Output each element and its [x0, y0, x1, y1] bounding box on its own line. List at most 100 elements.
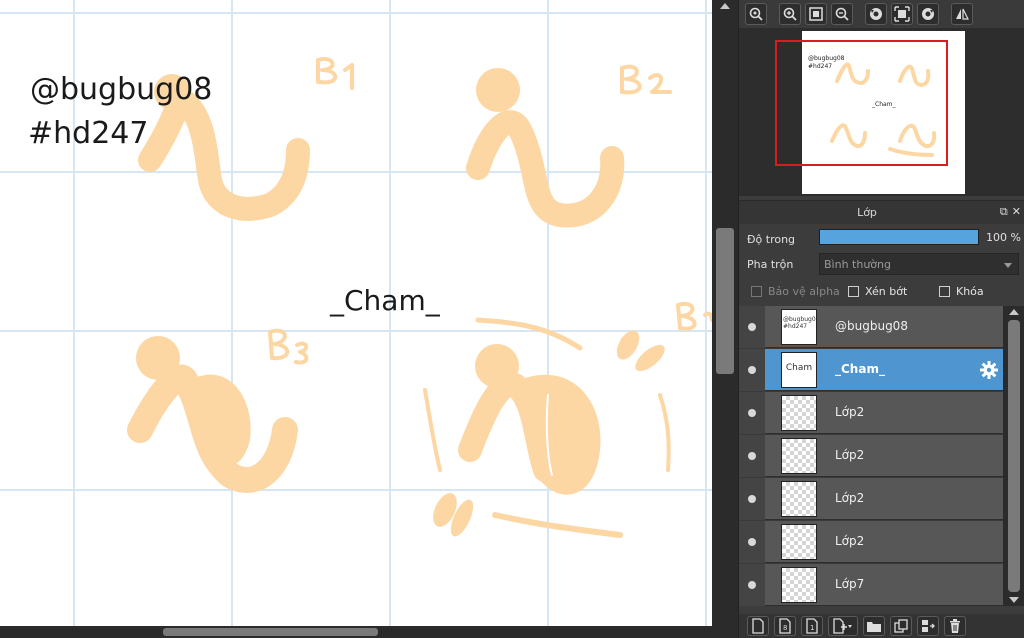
stroke-b4-line-right: [658, 393, 671, 472]
undock-icon[interactable]: ⧉: [1000, 206, 1008, 218]
label-b3: [268, 328, 309, 365]
stroke-b3-dot: [136, 336, 180, 380]
folder-icon: [867, 622, 881, 632]
layer-row[interactable]: Lớp2: [739, 521, 1003, 563]
stroke-b2-dot: [476, 68, 520, 112]
layer-name: Lớp7: [835, 577, 865, 591]
zoom-in-icon: [783, 7, 797, 21]
navigator-view-frame[interactable]: [775, 40, 948, 166]
zoom-out-icon: [835, 7, 849, 21]
stroke-b4-line-top: [475, 317, 583, 351]
layer-name: _Cham_: [835, 362, 885, 376]
layer-row[interactable]: Lớp2: [739, 435, 1003, 477]
flip-icon: [956, 8, 969, 20]
eye-icon[interactable]: [739, 306, 765, 348]
layer-scroll-thumb[interactable]: [1008, 320, 1020, 592]
layer-list: @bugbug08 #hd247 @bugbug08 Cham _Cham_ L…: [739, 306, 1003, 606]
layer-thumbnail: [781, 524, 817, 560]
opacity-slider-fill: [820, 230, 978, 244]
navigator-panel[interactable]: @bugbug08 #hd247 _Cham_: [739, 28, 1024, 196]
scroll-up-arrow-icon[interactable]: [1009, 309, 1019, 315]
new-layer-8bit-icon: 8: [779, 618, 791, 634]
opacity-label: Độ trong: [747, 233, 796, 246]
blend-mode-select[interactable]: Bình thường: [819, 253, 1019, 275]
signature-tag-text: #hd247: [28, 116, 149, 151]
drawing-canvas[interactable]: @bugbug08 #hd247 _Cham_: [0, 0, 712, 626]
layer-list-scrollbar[interactable]: [1003, 306, 1024, 606]
add-layer-menu-button[interactable]: [828, 616, 858, 636]
eye-icon[interactable]: [739, 478, 765, 520]
flip-button[interactable]: [951, 3, 973, 25]
close-icon[interactable]: ✕: [1012, 206, 1021, 218]
layer-panel-header: Lớp ⧉ ✕: [739, 200, 1024, 224]
layer-row-selected[interactable]: Cham _Cham_: [739, 349, 1003, 391]
delete-layer-button[interactable]: [944, 616, 966, 636]
checkbox-box: [939, 286, 950, 297]
delete-layer-icon: [950, 619, 960, 633]
scroll-down-arrow-icon[interactable]: [1009, 597, 1019, 603]
zoom-fit-icon: [749, 7, 763, 21]
layer-thumbnail: Cham: [781, 352, 817, 388]
blend-label: Pha trộn: [747, 258, 794, 271]
eye-icon[interactable]: [739, 349, 765, 391]
clip-label: Xén bớt: [865, 285, 908, 298]
eye-icon[interactable]: [739, 521, 765, 563]
eye-icon[interactable]: [739, 435, 765, 477]
layer-name: Lớp2: [835, 405, 865, 419]
layer-thumbnail: [781, 481, 817, 517]
canvas-hscroll-thumb[interactable]: [163, 628, 378, 636]
rotate-right-icon: [922, 8, 934, 20]
eye-icon[interactable]: [739, 392, 765, 434]
merge-layer-button[interactable]: [917, 616, 939, 636]
layer-toolbar: 8 1: [739, 614, 1024, 638]
layer-row[interactable]: @bugbug08 #hd247 @bugbug08: [739, 306, 1003, 348]
clip-checkbox[interactable]: Xén bớt: [848, 285, 907, 298]
canvas-vscroll-thumb[interactable]: [716, 228, 734, 374]
rotate-right-button[interactable]: [917, 3, 939, 25]
new-layer-1bit-button[interactable]: 1: [801, 616, 823, 636]
protect-alpha-label: Bảo vệ alpha: [768, 285, 840, 298]
canvas-horizontal-scrollbar[interactable]: [0, 626, 738, 638]
new-layer-icon: [752, 618, 764, 634]
zoom-out-button[interactable]: [831, 3, 853, 25]
medibang-window: @bugbug08 #hd247 _Cham_ @bugbug08 #hd247…: [0, 0, 1024, 638]
stroke-b4-dot: [475, 344, 519, 388]
layer-row[interactable]: Lớp7: [739, 564, 1003, 606]
protect-alpha-checkbox[interactable]: Bảo vệ alpha: [751, 285, 840, 298]
layer-row[interactable]: Lớp2: [739, 392, 1003, 434]
rotate-left-button[interactable]: [865, 3, 887, 25]
folder-button[interactable]: [863, 616, 885, 636]
svg-text:8: 8: [783, 624, 787, 632]
canvas-vertical-scrollbar[interactable]: [712, 0, 738, 626]
scroll-up-arrow-icon[interactable]: [720, 3, 730, 9]
eye-icon[interactable]: [739, 564, 765, 606]
checkbox-box: [848, 286, 859, 297]
rotate-left-icon: [870, 8, 882, 20]
fit-screen-button[interactable]: [805, 3, 827, 25]
checkbox-box: [751, 286, 762, 297]
duplicate-layer-icon: [894, 619, 908, 633]
label-b4: [676, 301, 712, 331]
chevron-down-icon: [1004, 263, 1012, 268]
stroke-b4-line-bottom: [492, 512, 623, 538]
new-layer-button[interactable]: [747, 616, 769, 636]
zoom-in-button[interactable]: [779, 3, 801, 25]
new-layer-1bit-icon: 1: [806, 618, 818, 634]
new-layer-8bit-button[interactable]: 8: [774, 616, 796, 636]
opacity-slider[interactable]: [819, 229, 979, 245]
label-b1: [316, 57, 354, 90]
layer-name: @bugbug08: [835, 319, 908, 333]
stroke-b4-splash-1: [616, 330, 640, 360]
layer-panel-title: Lớp: [857, 206, 877, 219]
layer-row[interactable]: Lớp2: [739, 478, 1003, 520]
lock-checkbox[interactable]: Khóa: [939, 285, 984, 298]
stroke-b1: [138, 82, 310, 221]
duplicate-layer-button[interactable]: [890, 616, 912, 636]
stroke-b4: [458, 372, 557, 482]
gear-icon[interactable]: [979, 360, 999, 380]
merge-layer-icon: [922, 620, 935, 632]
right-panel: @bugbug08 #hd247 _Cham_ Lớp ⧉ ✕ Độ trong…: [738, 0, 1024, 638]
layer-thumbnail: @bugbug08 #hd247: [781, 309, 817, 345]
zoom-fit-button[interactable]: [745, 3, 767, 25]
fullscreen-button[interactable]: [891, 3, 913, 25]
